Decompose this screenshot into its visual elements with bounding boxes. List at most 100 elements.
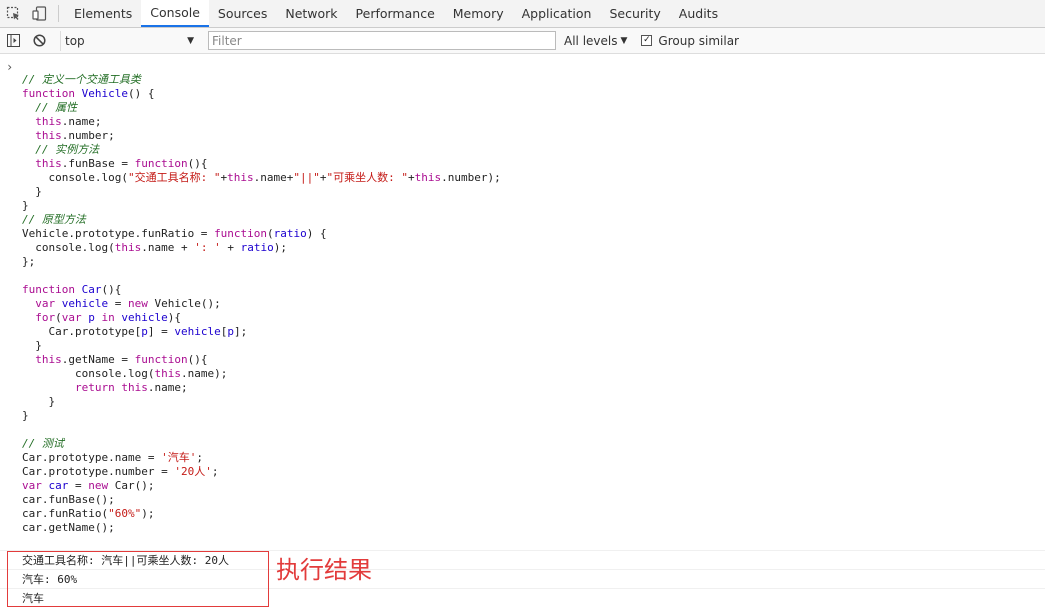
context-selector[interactable]: top ▼ (60, 30, 198, 51)
code-token: ] = (147, 325, 175, 338)
code-token: ratio (240, 241, 274, 254)
code-token: Car.prototype[ (22, 325, 142, 338)
code-token: } (22, 185, 42, 198)
code-line: Car.prototype.number = '20人'; (22, 465, 501, 479)
code-line: this.getName = function(){ (22, 353, 501, 367)
log-levels-label: All levels (564, 33, 618, 48)
code-token: Car (81, 283, 102, 296)
code-line: Car.prototype.name = '汽车'; (22, 451, 501, 465)
code-line: // 属性 (22, 101, 501, 115)
code-token: .name+ (253, 171, 294, 184)
code-token: this (154, 367, 181, 380)
code-token: // 属性 (35, 101, 78, 114)
code-token: this (35, 157, 62, 170)
code-line: car.getName(); (22, 521, 501, 535)
levels-arrow-icon: ▼ (620, 35, 628, 46)
code-token: function (214, 227, 268, 240)
tab-sources[interactable]: Sources (209, 0, 276, 27)
code-token: .name; (61, 115, 102, 128)
group-similar-checkbox[interactable]: ✓ (641, 35, 653, 46)
code-token: .number); (441, 171, 501, 184)
code-token: } (22, 199, 29, 212)
tab-memory[interactable]: Memory (444, 0, 513, 27)
code-line: } (22, 409, 501, 423)
code-token: } (22, 339, 42, 352)
dropdown-arrow-icon: ▼ (187, 35, 194, 46)
code-token: var (61, 311, 82, 324)
tab-performance[interactable]: Performance (347, 0, 444, 27)
code-token: p (227, 325, 234, 338)
code-token: var (35, 297, 56, 310)
code-token: car.getName(); (22, 521, 115, 534)
code-token: } (22, 409, 29, 422)
device-toolbar-icon[interactable] (26, 0, 52, 27)
code-token: }; (22, 255, 36, 268)
code-token: Vehicle.prototype.funRatio = (22, 227, 215, 240)
tab-audits[interactable]: Audits (670, 0, 727, 27)
code-token: for (35, 311, 56, 324)
inspect-element-icon[interactable] (0, 0, 26, 27)
code-token: // 原型方法 (22, 213, 86, 226)
code-token: this (121, 381, 148, 394)
code-line: console.log(this.name); (22, 367, 501, 381)
code-token: // 定义一个交通工具类 (22, 73, 141, 86)
code-line: for(var p in vehicle){ (22, 311, 501, 325)
code-token: p (88, 311, 95, 324)
tab-network[interactable]: Network (276, 0, 346, 27)
code-token: Vehicle (81, 87, 128, 100)
annotation-label: 执行结果 (276, 556, 372, 584)
devtools-tabbar: Elements Console Sources Network Performance… (0, 0, 1045, 28)
code-token: () { (127, 87, 155, 100)
code-token: car (48, 479, 69, 492)
code-line: } (22, 185, 501, 199)
code-token: function (134, 157, 188, 170)
code-token: new (127, 297, 148, 310)
console-input-code[interactable]: // 定义一个交通工具类 function Vehicle() { // 属性 t… (22, 73, 501, 535)
code-token: "交通工具名称: " (127, 171, 221, 184)
tab-elements[interactable]: Elements (65, 0, 141, 27)
code-token: '20人' (174, 465, 212, 478)
code-token: car.funBase(); (22, 493, 115, 506)
code-token: this (114, 241, 142, 254)
code-token: p (141, 325, 148, 338)
code-line: Vehicle.prototype.funRatio = function(ra… (22, 227, 501, 241)
code-token: .number; (61, 129, 115, 142)
code-token: ]; (233, 325, 248, 338)
code-token: = (68, 479, 89, 492)
tab-application[interactable]: Application (513, 0, 601, 27)
code-token: (){ (187, 353, 208, 366)
code-line: } (22, 339, 501, 353)
show-sidebar-icon[interactable] (0, 28, 26, 54)
clear-console-icon[interactable] (26, 28, 52, 54)
code-line: console.log(this.name + ': ' + ratio); (22, 241, 501, 255)
code-token: .name); (180, 367, 228, 380)
code-token: console.log( (22, 171, 128, 184)
code-line: }; (22, 255, 501, 269)
code-token: Vehicle(); (147, 297, 221, 310)
code-token: ; (211, 465, 219, 478)
code-line: function Vehicle() { (22, 87, 501, 101)
console-toolbar: top ▼ All levels ▼ ✓ Group similar (0, 28, 1045, 54)
code-line: car.funRatio("60%"); (22, 507, 501, 521)
code-token: (){ (101, 283, 122, 296)
code-token: ) { (306, 227, 327, 240)
code-token: ){ (167, 311, 181, 324)
code-token: // 实例方法 (35, 143, 100, 156)
code-token: Car.prototype.name = (22, 451, 162, 464)
log-levels-dropdown[interactable]: All levels ▼ (564, 34, 627, 48)
tab-console[interactable]: Console (141, 0, 209, 27)
filter-input[interactable] (208, 31, 556, 50)
tab-security[interactable]: Security (600, 0, 669, 27)
group-similar-toggle[interactable]: ✓ Group similar (641, 34, 739, 48)
code-token: ); (273, 241, 287, 254)
code-line: this.name; (22, 115, 501, 129)
code-token: this (227, 171, 254, 184)
code-line: var car = new Car(); (22, 479, 501, 493)
